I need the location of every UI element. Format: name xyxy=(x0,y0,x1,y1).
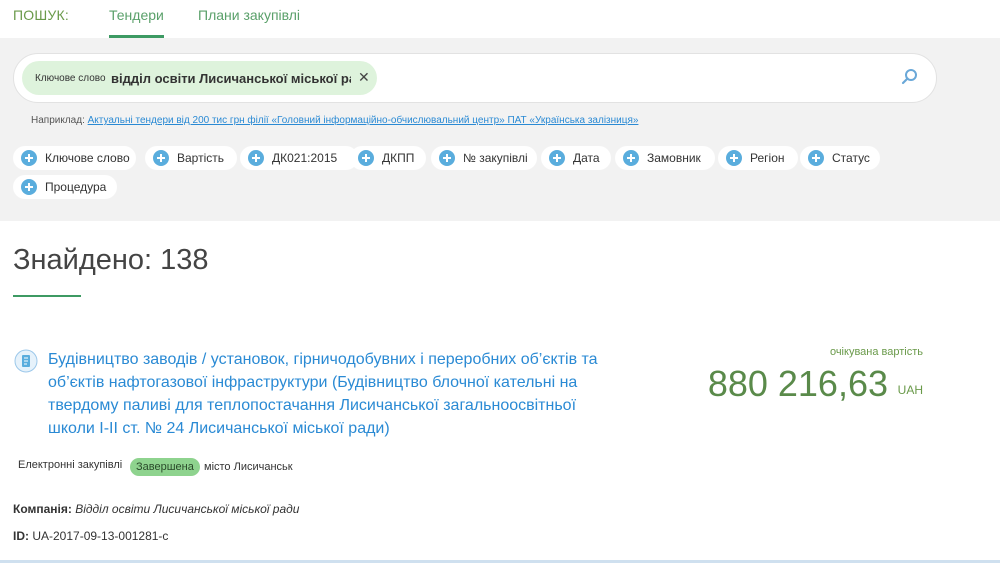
chip-label: Ключове слово xyxy=(35,73,106,84)
company-name: Відділ освіти Лисичанської міської ради xyxy=(75,502,300,516)
plus-icon xyxy=(358,150,374,166)
plus-icon xyxy=(153,150,169,166)
tab-tenders[interactable]: Тендери xyxy=(109,7,165,23)
chip-value: відділ освіти Лисичанської міської ради xyxy=(111,71,351,86)
filter-status-button[interactable]: Статус xyxy=(800,146,880,170)
filter-dkpp-button[interactable]: ДКПП xyxy=(350,146,426,170)
tender-amount: 880 216,63 xyxy=(707,363,888,404)
procedure-type: Електронні закупівлі xyxy=(18,459,123,471)
tender-id: ID: UA-2017-09-13-001281-c xyxy=(13,529,168,543)
filter-price-button[interactable]: Вартість xyxy=(145,146,237,170)
plus-icon xyxy=(248,150,264,166)
filter-date-button[interactable]: Дата xyxy=(541,146,611,170)
results-count: Знайдено: 138 xyxy=(13,244,209,276)
search-panel: Ключове слово відділ освіти Лисичанської… xyxy=(0,38,1000,221)
plus-icon xyxy=(549,150,565,166)
company-info: Компанія: Відділ освіти Лисичанської міс… xyxy=(13,502,299,516)
top-navigation: ПОШУК: Тендери Плани закупівлі xyxy=(0,0,1000,38)
status-badge: Завершена xyxy=(130,458,200,476)
company-label: Компанія: xyxy=(13,502,72,516)
example-link[interactable]: Актуальні тендери від 200 тис грн філії … xyxy=(88,115,639,126)
plus-icon xyxy=(726,150,742,166)
plus-icon xyxy=(623,150,639,166)
id-label: ID: xyxy=(13,529,29,543)
filter-dk021-button[interactable]: ДК021:2015 xyxy=(240,146,358,170)
filter-number-button[interactable]: № закупівлі xyxy=(431,146,537,170)
results-underline xyxy=(13,295,81,297)
example-prefix: Наприклад: xyxy=(31,115,85,126)
search-section-label: ПОШУК: xyxy=(13,7,69,23)
keyword-filter-chip[interactable]: Ключове слово відділ освіти Лисичанської… xyxy=(22,61,377,95)
tender-title-link[interactable]: Будівництво заводів / установок, гірничо… xyxy=(48,348,618,440)
filter-keyword-button[interactable]: Ключове слово xyxy=(13,146,136,170)
expected-value-label: очікувана вартість xyxy=(829,346,923,358)
filter-procedure-button[interactable]: Процедура xyxy=(13,175,117,199)
tender-icon xyxy=(14,349,38,373)
search-input[interactable]: Ключове слово відділ освіти Лисичанської… xyxy=(13,53,937,103)
plus-icon xyxy=(21,150,37,166)
filter-region-button[interactable]: Регіон xyxy=(718,146,798,170)
id-value: UA-2017-09-13-001281-c xyxy=(32,529,169,543)
plus-icon xyxy=(808,150,824,166)
currency-label: UAH xyxy=(897,383,923,397)
plus-icon xyxy=(439,150,455,166)
tender-city: місто Лисичанськ xyxy=(204,461,293,473)
search-icon[interactable] xyxy=(901,68,919,86)
plus-icon xyxy=(21,179,37,195)
tab-procurement-plans[interactable]: Плани закупівлі xyxy=(198,7,300,23)
search-example: Наприклад: Актуальні тендери від 200 тис… xyxy=(31,115,638,126)
close-icon[interactable]: ✕ xyxy=(358,69,370,86)
filter-customer-button[interactable]: Замовник xyxy=(615,146,715,170)
